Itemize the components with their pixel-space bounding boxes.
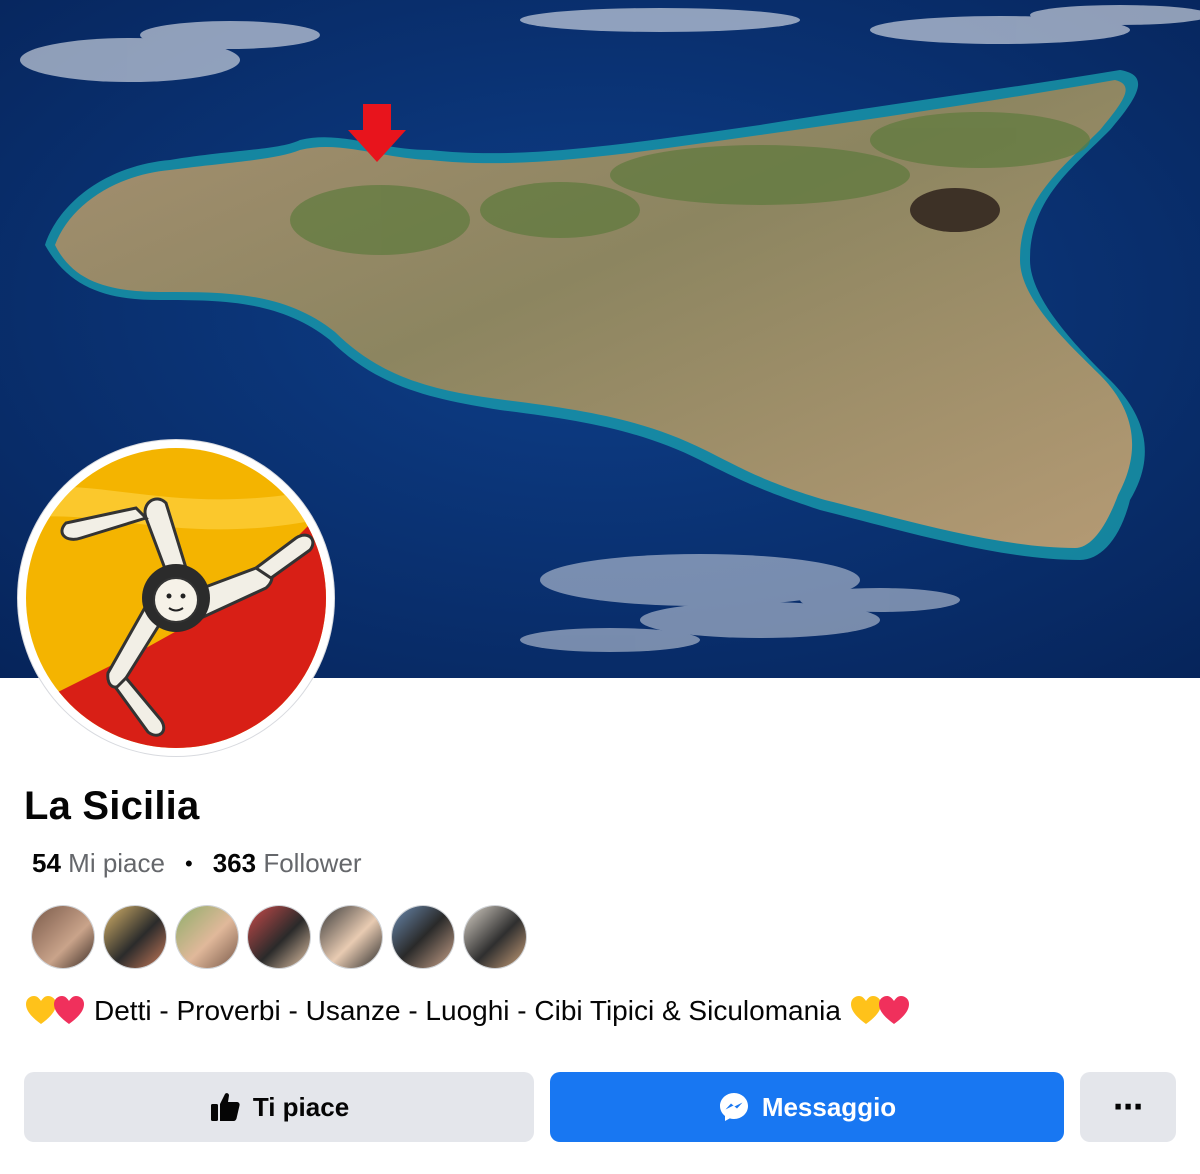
like-button-label: Ti piace	[252, 1091, 350, 1122]
pink-heart-icon	[878, 996, 909, 1024]
trinacria-flag-image	[26, 448, 326, 748]
friend-avatar[interactable]	[32, 906, 94, 968]
likes-label: Mi piace	[68, 848, 165, 878]
friend-avatar[interactable]	[104, 906, 166, 968]
likes-count: 54	[32, 848, 61, 878]
friend-avatar[interactable]	[248, 906, 310, 968]
pink-heart-icon	[54, 996, 84, 1024]
bio-text: Detti - Proverbi - Usanze - Luoghi - Cib…	[94, 995, 841, 1026]
followers-count: 363	[212, 848, 257, 878]
thumbs-up-icon	[210, 1093, 240, 1121]
like-button[interactable]: Ti piace	[24, 1072, 534, 1142]
friend-avatar[interactable]	[464, 906, 526, 968]
friends-who-like[interactable]	[32, 906, 526, 968]
message-button-label: Messaggio	[761, 1091, 897, 1122]
message-button[interactable]: Messaggio	[550, 1072, 1064, 1142]
more-icon: ⋯	[1113, 1090, 1143, 1124]
followers-stat[interactable]: 363 Follower	[213, 848, 362, 879]
followers-label: Follower	[263, 848, 362, 878]
likes-stat[interactable]: 54 Mi piace	[32, 848, 165, 879]
page-title: La Sicilia	[24, 784, 200, 828]
page-stats: 54 Mi piace • 363 Follower	[32, 848, 362, 879]
friend-avatar[interactable]	[320, 906, 382, 968]
more-options-button[interactable]: ⋯	[1080, 1072, 1176, 1142]
profile-avatar[interactable]	[18, 440, 334, 756]
messenger-icon	[719, 1093, 748, 1121]
friend-avatar[interactable]	[176, 906, 238, 968]
page-bio: Detti - Proverbi - Usanze - Luoghi - Cib…	[24, 994, 911, 1028]
stats-separator: •	[184, 850, 193, 876]
friend-avatar[interactable]	[392, 906, 454, 968]
